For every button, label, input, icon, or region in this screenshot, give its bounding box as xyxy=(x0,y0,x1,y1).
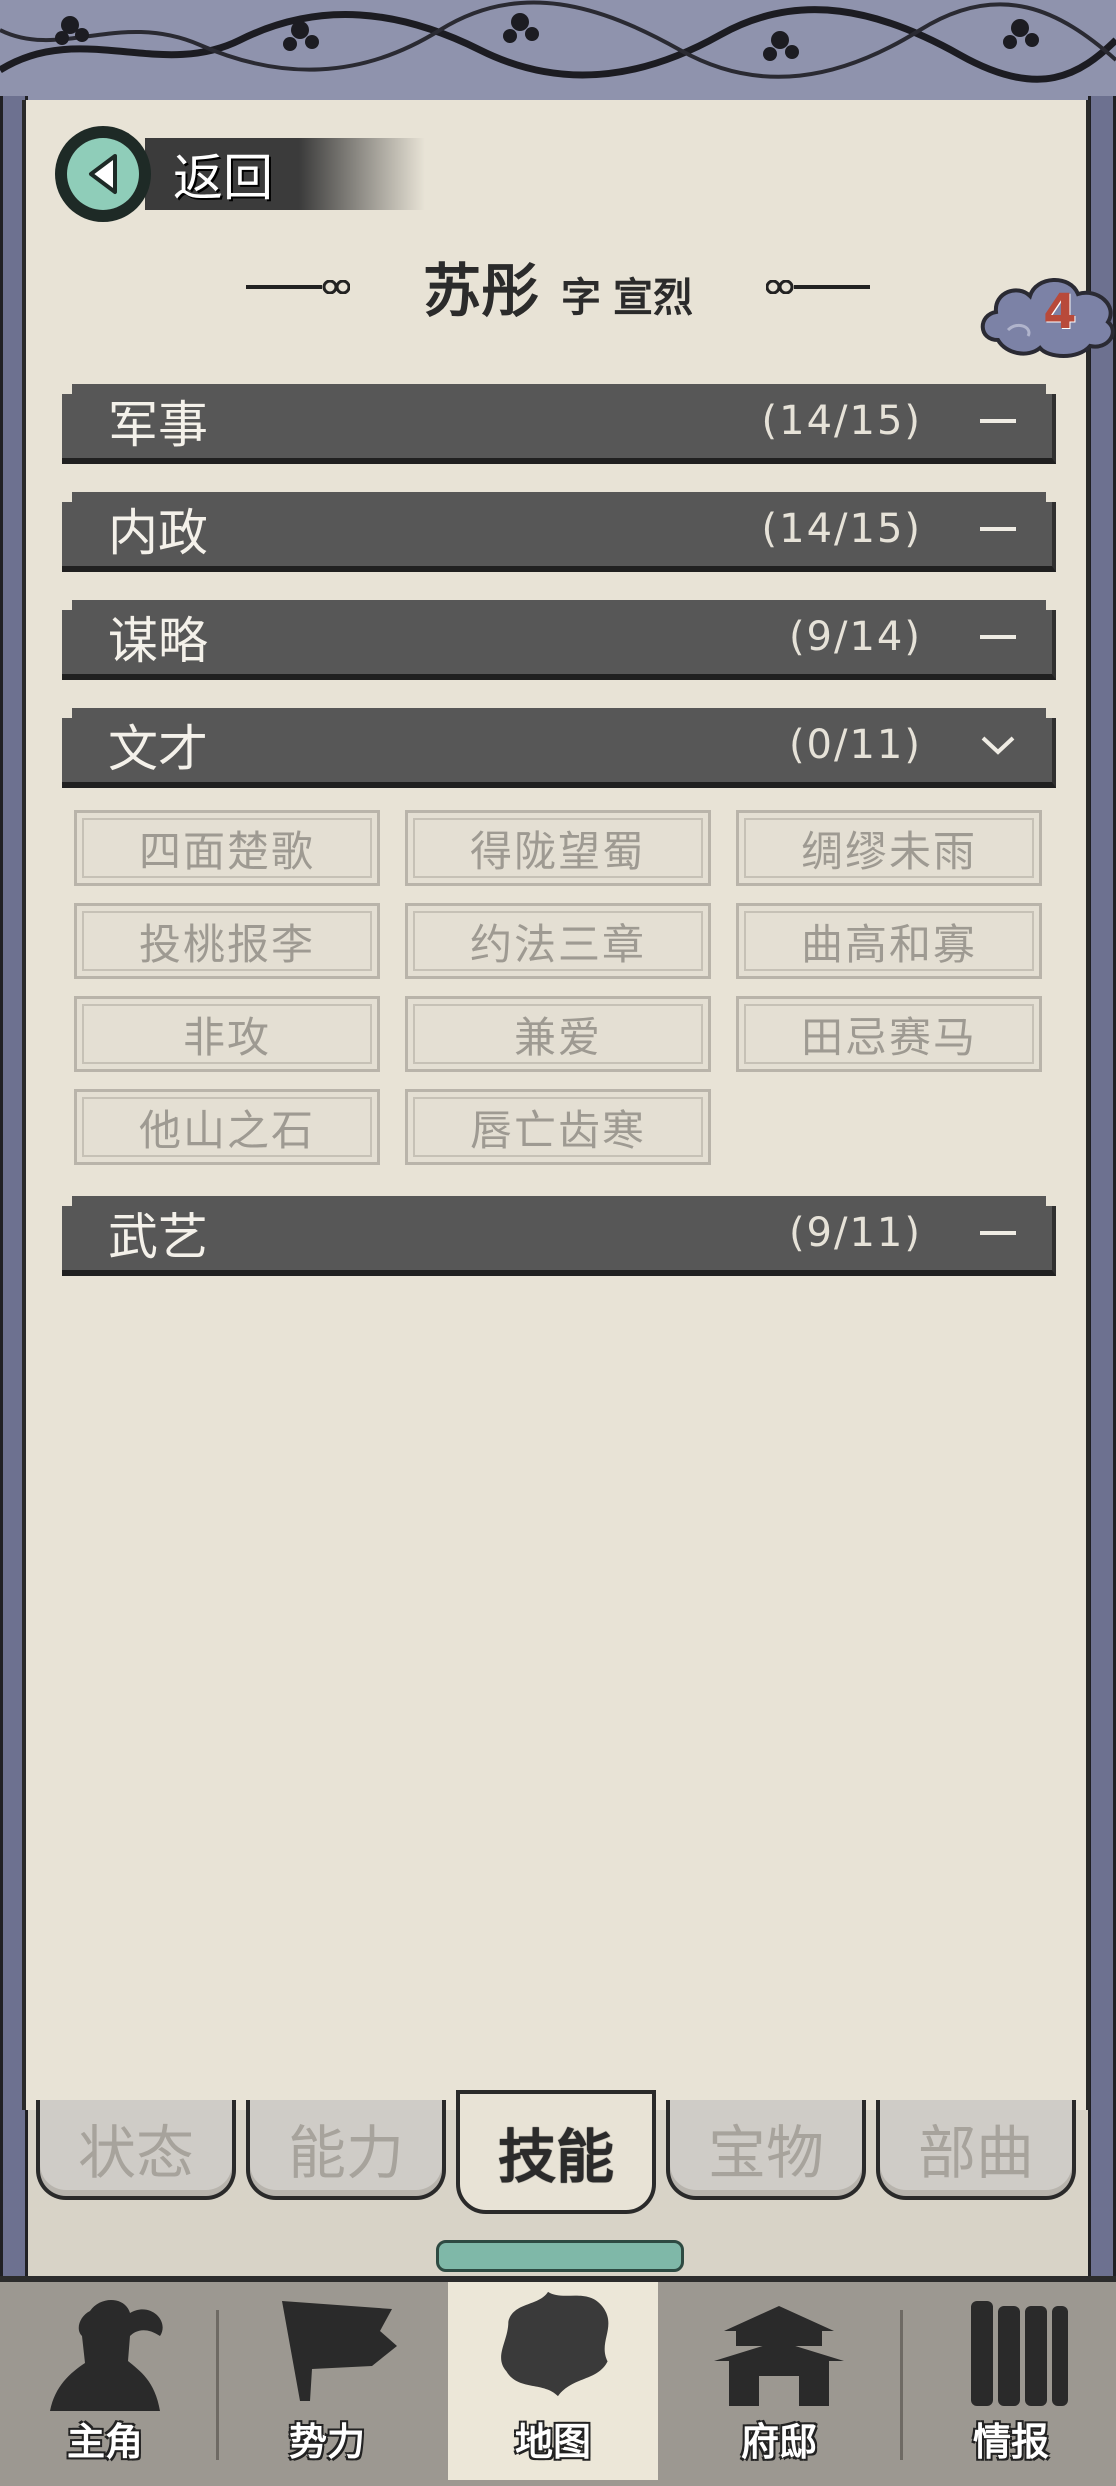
skill-item[interactable]: 约法三章 xyxy=(405,903,711,979)
map-icon xyxy=(501,2291,609,2397)
category-label: 文才 xyxy=(108,720,208,778)
nav-separator xyxy=(216,2310,219,2460)
tab-skills[interactable]: 技能 xyxy=(456,2090,656,2214)
nav-map[interactable]: 地图 xyxy=(448,2282,658,2480)
category-military[interactable]: 军事 (14/15) xyxy=(62,384,1056,464)
skill-item[interactable]: 四面楚歌 xyxy=(74,810,380,886)
collapse-dash-icon[interactable] xyxy=(978,617,1018,657)
category-martial[interactable]: 武艺 (9/11) xyxy=(62,1196,1056,1276)
nav-label: 情报 xyxy=(972,2419,1049,2464)
nav-label: 地图 xyxy=(514,2419,591,2464)
back-label: 返回 xyxy=(173,149,273,207)
warrior-icon xyxy=(50,2299,163,2411)
scroll-icon xyxy=(971,2301,1068,2406)
tab-status[interactable]: 状态 xyxy=(36,2100,236,2200)
flag-icon xyxy=(282,2301,397,2401)
nav-label: 势力 xyxy=(288,2419,365,2464)
category-count: (0/11) xyxy=(788,722,922,768)
skill-item[interactable]: 投桃报李 xyxy=(74,903,380,979)
tab-troops[interactable]: 部曲 xyxy=(876,2100,1076,2200)
courtesy-name: 宣烈 xyxy=(613,274,693,321)
nav-separator xyxy=(900,2310,903,2460)
title-ornament-right-icon xyxy=(766,280,870,294)
cloud-badge-count: 4 xyxy=(1043,284,1077,340)
nav-protagonist[interactable]: 主角 xyxy=(0,2282,210,2480)
category-label: 军事 xyxy=(108,396,208,454)
nav-label: 主角 xyxy=(66,2419,143,2464)
skill-item[interactable]: 田忌赛马 xyxy=(736,996,1042,1072)
category-administration[interactable]: 内政 (14/15) xyxy=(62,492,1056,572)
mansion-icon xyxy=(714,2306,844,2406)
collapse-dash-icon[interactable] xyxy=(978,509,1018,549)
category-count: (9/11) xyxy=(788,1210,922,1256)
map-scroll-ornament xyxy=(436,2240,684,2272)
nav-mansion[interactable]: 府邸 xyxy=(674,2282,884,2480)
collapse-dash-icon[interactable] xyxy=(978,401,1018,441)
skill-item[interactable]: 非攻 xyxy=(74,996,380,1072)
right-border xyxy=(1088,96,1116,2276)
category-count: (14/15) xyxy=(761,506,922,552)
category-count: (9/14) xyxy=(788,614,922,660)
tab-treasure[interactable]: 宝物 xyxy=(666,2100,866,2200)
skill-item[interactable]: 曲高和寡 xyxy=(736,903,1042,979)
back-button[interactable]: 返回 xyxy=(55,126,425,222)
nav-faction[interactable]: 势力 xyxy=(222,2282,432,2480)
skill-item[interactable]: 唇亡齿寒 xyxy=(405,1089,711,1165)
nav-intelligence[interactable]: 情报 xyxy=(906,2282,1116,2480)
chevron-down-icon[interactable] xyxy=(978,725,1018,765)
category-literary[interactable]: 文才 (0/11) xyxy=(62,708,1056,788)
category-count: (14/15) xyxy=(761,398,922,444)
category-label: 内政 xyxy=(108,504,208,562)
character-name: 苏彤 xyxy=(422,257,539,325)
top-decorative-border xyxy=(0,0,1116,106)
skill-item[interactable]: 得陇望蜀 xyxy=(405,810,711,886)
skill-item[interactable]: 绸缪未雨 xyxy=(736,810,1042,886)
collapse-dash-icon[interactable] xyxy=(978,1213,1018,1253)
category-label: 武艺 xyxy=(108,1208,208,1266)
tab-ability[interactable]: 能力 xyxy=(246,2100,446,2200)
skill-item[interactable]: 他山之石 xyxy=(74,1089,380,1165)
skill-item[interactable]: 兼爱 xyxy=(405,996,711,1072)
category-label: 谋略 xyxy=(108,612,208,670)
back-arrow-icon xyxy=(55,126,151,222)
category-strategy[interactable]: 谋略 (9/14) xyxy=(62,600,1056,680)
courtesy-prefix: 字 xyxy=(561,274,601,321)
nav-label: 府邸 xyxy=(740,2419,817,2464)
character-title: 苏彤字宣烈 xyxy=(0,244,1116,328)
